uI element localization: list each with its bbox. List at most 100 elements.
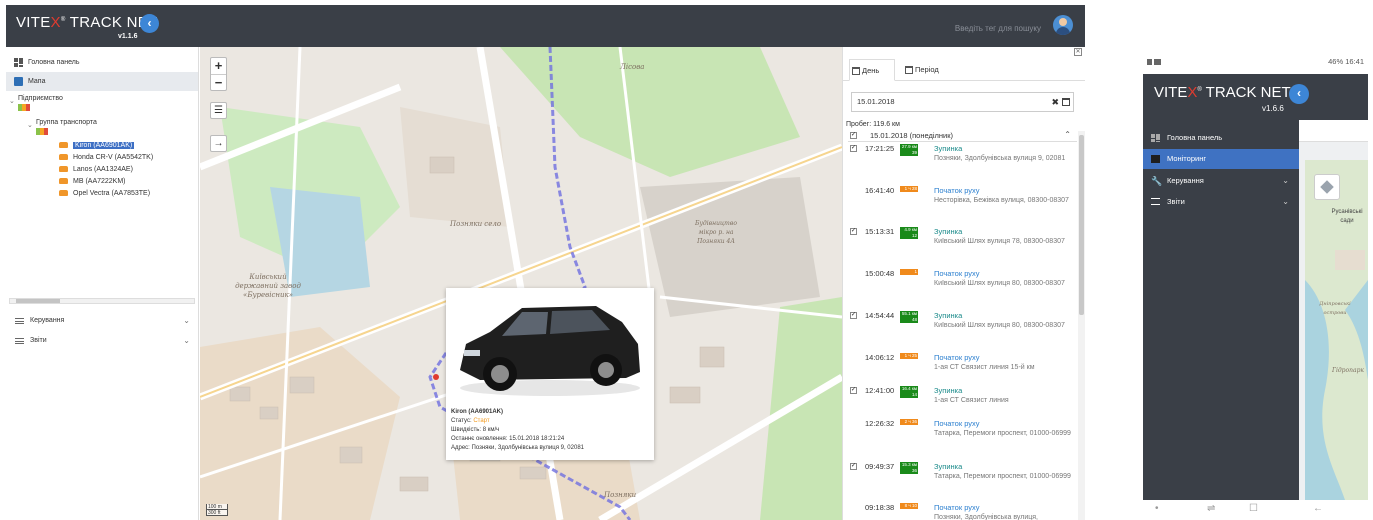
sidebar-item-map[interactable]: Мапа [6,72,198,91]
menu-item-dashboard[interactable]: Головна панель [1143,128,1299,148]
event-title[interactable]: Зупинка [934,386,962,395]
vehicle-address: Адрес: Позняки, Здолбунівська вулиця 9, … [451,445,584,451]
back-icon[interactable]: ← [1313,503,1323,514]
sidebar-item-label: Мапа [28,78,46,85]
tab-day[interactable]: День [849,59,895,81]
collapse-menu-button[interactable]: ‹ [1289,84,1309,104]
menu-item-label: Керування [1167,176,1204,185]
date-input[interactable]: 15.01.2018 ✖ [851,92,1074,112]
map-label: Позняки [604,491,637,499]
map-label: Дніпровські острови [1319,301,1351,316]
scrollbar-thumb[interactable] [16,299,60,303]
map-label: Будівництво мікро р. на Позняки 4А [695,220,737,245]
badge-sub: 36 [911,468,917,473]
vehicle-item[interactable]: Opel Vectra (AA7853TE) [59,188,150,199]
vehicle-label: Lanos (AA1324AE) [73,166,133,173]
day-header[interactable]: ✓ 15.01.2018 (понеділник) ⌃ [848,130,1077,142]
zoom-out-button[interactable]: − [211,74,226,90]
event-time: 12:26:32 [865,419,895,428]
collapse-sidebar-button[interactable]: ‹ [140,14,159,33]
recent-apps-icon[interactable]: ⇌ [1207,503,1215,514]
event-time: 15:13:31 [865,227,895,236]
menu-item-management[interactable]: 🔧 Керування ⌄ [1143,171,1299,191]
sidebar-scrollbar[interactable] [9,298,195,304]
event-address: Татарка, Перемоги проспект, 01000-06999 [934,473,1071,480]
event-checkbox[interactable]: ✓ [850,387,857,394]
event-title[interactable]: Зупинка [934,462,962,471]
close-icon[interactable]: ✕ [1074,48,1082,56]
tag-search-input[interactable]: Введіть тег для пошуку [955,24,1041,33]
layers-icon[interactable] [1314,174,1340,200]
tree-enterprise[interactable]: Підприємство [18,95,63,102]
zoom-in-button[interactable]: + [211,58,226,74]
vehicle-photo [450,292,650,404]
panel-scrollbar[interactable] [1078,131,1085,520]
tab-period[interactable]: Період [903,59,957,81]
event-title[interactable]: Зупинка [934,311,962,320]
vehicle-item[interactable]: MB (AA7222KM) [59,176,126,187]
dot-icon[interactable]: • [1155,503,1159,514]
group-status-badges [36,128,48,135]
event-title[interactable]: Початок руху [934,269,980,278]
event-checkbox[interactable]: ✓ [850,463,857,470]
menu-item-monitoring[interactable]: Моніторинг [1143,149,1299,169]
map-arrow-button[interactable]: → [210,135,227,152]
event-badge: 1 [900,269,918,275]
android-nav-bar: • ⇌ ☐ ← [1143,500,1368,520]
event-title[interactable]: Зупинка [934,227,962,236]
calendar-icon[interactable] [1062,98,1070,106]
event-badge: 16.4 км 14 [900,386,918,398]
day-label: 15.01.2018 (понеділник) [870,131,954,140]
chevron-down-icon[interactable]: ⌄ [9,97,15,105]
chevron-down-icon[interactable]: ⌄ [27,121,33,129]
event-checkbox[interactable]: ✓ [850,312,857,319]
mileage-total: Пробег: 119.6 км [846,121,900,128]
sidebar-item-reports[interactable]: Звіти ⌄ [6,332,196,350]
sidebar-item-dashboard[interactable]: Головна панель [6,53,198,72]
status-label: Статус: [451,418,474,424]
event-title[interactable]: Початок руху [934,186,980,195]
map-menu-button[interactable]: ☰ [210,102,227,119]
day-checkbox[interactable]: ✓ [850,132,857,139]
map-label: Лісова [620,63,645,71]
tree-group[interactable]: Группа транспорта [36,119,97,126]
user-avatar[interactable] [1053,15,1073,35]
top-bar: VITEX® TRACK NET v1.1.6 ‹ Введіть тег дл… [6,5,1085,47]
event-time: 09:18:38 [865,503,895,512]
sidebar-item-management[interactable]: Керування ⌄ [6,312,196,330]
event-title[interactable]: Початок руху [934,503,980,512]
app-version: v1.1.6 [118,33,138,40]
vehicle-item[interactable]: Lanos (AA1324AE) [59,164,133,175]
map-label: Гідропарк [1331,367,1364,374]
event-title[interactable]: Початок руху [934,353,980,362]
chevron-up-icon[interactable]: ⌃ [1064,130,1071,139]
dashboard-icon [1151,134,1160,142]
car-icon [59,142,68,148]
menu-item-reports[interactable]: Звіти ⌄ [1143,192,1299,212]
badge-value: 15.3 км [901,462,917,467]
mobile-map[interactable]: Русанівські сади Дніпровські острови Гід… [1305,160,1368,500]
scrollbar-thumb[interactable] [1079,135,1084,315]
badge-sub: 48 [911,317,917,322]
vehicle-popup: Kiron (AA6901AK) Статус: Старт Швидкість… [446,288,654,460]
event-checkbox[interactable]: ✓ [850,228,857,235]
scale-imperial: 300 ft [206,510,228,516]
badge-value: 2 ч 36 [904,419,917,424]
list-icon [15,338,24,344]
clear-icon[interactable]: ✖ [1051,93,1059,111]
home-icon[interactable]: ☐ [1249,503,1258,514]
event-title[interactable]: Зупинка [934,144,962,153]
content-header [1299,120,1368,142]
event-checkbox[interactable]: ✓ [850,145,857,152]
badge-value: 4.9 км [904,227,917,232]
mobile-top-bar: VITEX® TRACK NET v1.6.6 ‹ [1143,74,1368,120]
event-address: Київський Шлях вулиця 80, 08300-08307 [934,280,1065,287]
map-icon [1151,155,1160,163]
vehicle-item[interactable]: Kiron (AA6901AK) [59,140,135,151]
event-badge: 8 ч 10 [900,503,918,509]
event-time: 15:00:48 [865,269,895,278]
map-label: Русанівські сади [1331,209,1363,224]
event-title[interactable]: Початок руху [934,419,980,428]
vehicle-item[interactable]: Honda CR-V (AA5542TK) [59,152,153,163]
event-address: 1-ая СТ Связист линия [934,397,1009,404]
